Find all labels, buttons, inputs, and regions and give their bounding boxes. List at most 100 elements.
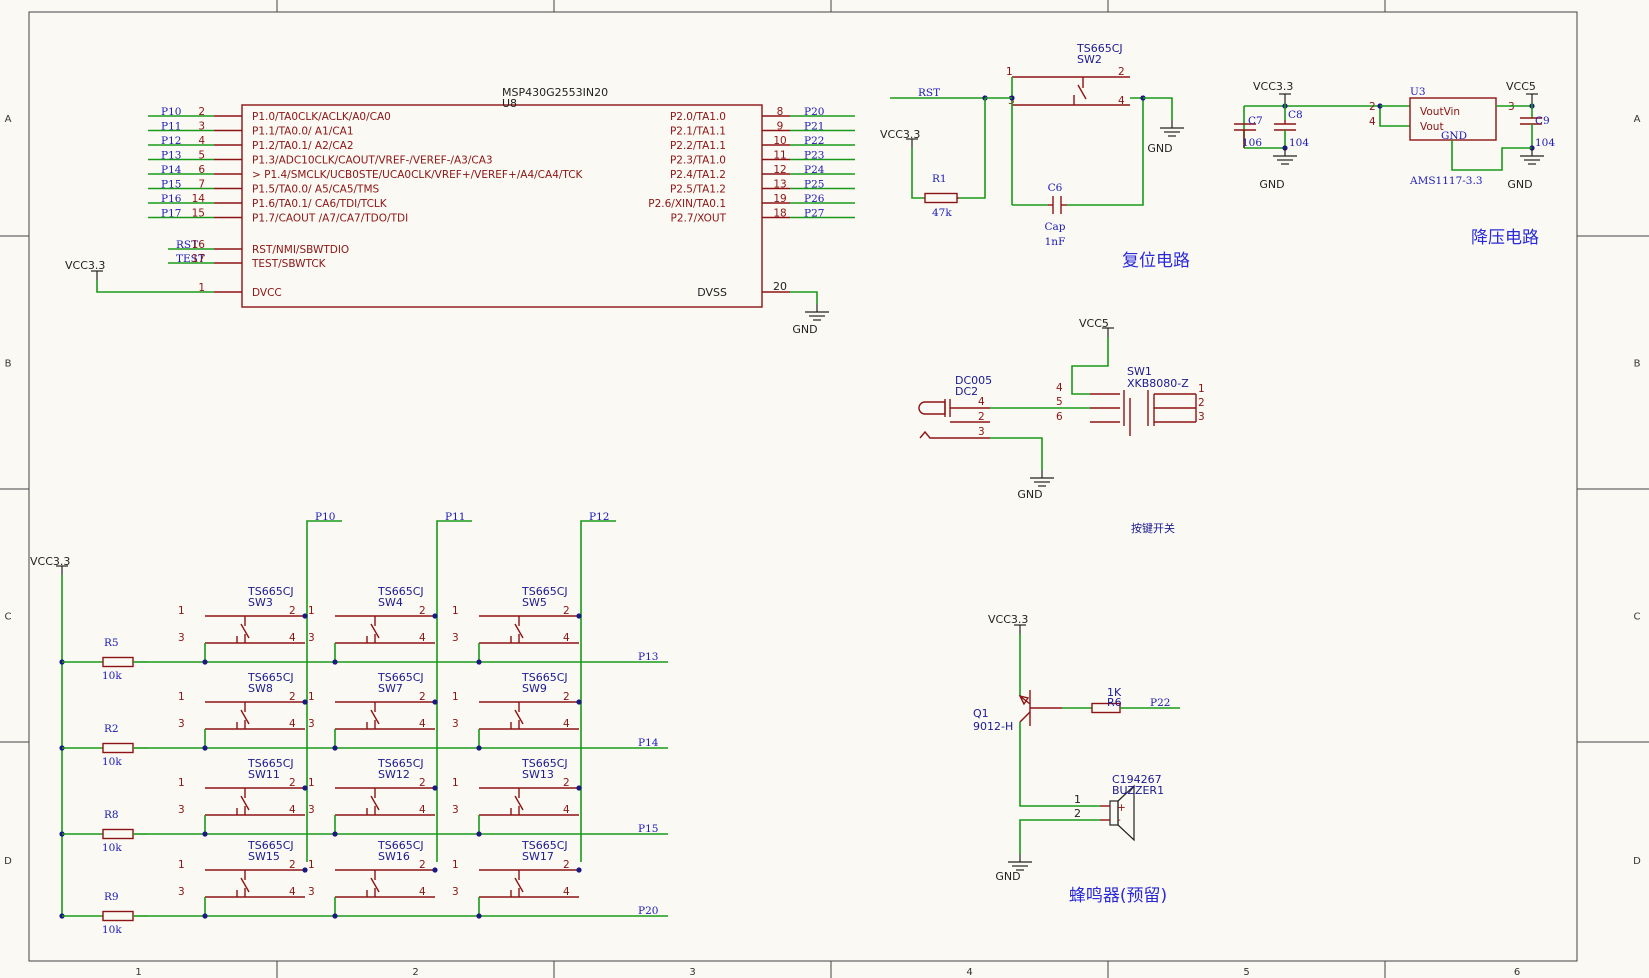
bz-q-part: 9012-H — [973, 720, 1013, 733]
kp-pin-4: 4 — [419, 718, 426, 730]
reg-vin-label: VCC3.3 — [1253, 80, 1293, 93]
junction-dot — [576, 785, 582, 791]
psw-sw-pin-4: 4 — [1056, 382, 1063, 394]
psw-wire — [990, 437, 1043, 470]
reg-gnd-label-2: GND — [1507, 178, 1532, 191]
bz-gnd-label: GND — [995, 870, 1020, 883]
mcu-right-net: P20 — [804, 106, 824, 118]
junction-dot — [332, 913, 338, 919]
kp-pin-2: 2 — [419, 777, 426, 789]
zone-label-row: A — [1634, 114, 1641, 125]
zone-label-col: 5 — [1243, 967, 1249, 978]
kp-switch-designator: SW17 — [522, 850, 554, 863]
ground-symbol — [1273, 148, 1297, 165]
junction-dot — [576, 867, 582, 873]
kp-pin-2: 2 — [289, 691, 296, 703]
junction-dot — [202, 659, 208, 665]
kp-pin-2: 2 — [563, 691, 570, 703]
mcu-left-pin-name: P1.6/TA0.1/ CA6/TDI/TCLK — [252, 198, 388, 210]
bz-pin-1: 1 — [1074, 793, 1081, 806]
reg-c8: C8 — [1288, 109, 1303, 121]
reset-rst-net: RST — [918, 87, 940, 99]
junction-dot — [302, 867, 308, 873]
kp-pin-3: 3 — [308, 804, 315, 816]
kp-pin-1: 1 — [452, 859, 459, 871]
power-symbol — [1279, 93, 1291, 103]
bz-plus: + — [1117, 802, 1126, 814]
kp-switch-designator: SW7 — [378, 682, 403, 695]
mcu-left-net: P14 — [161, 164, 182, 176]
mcu-right-pin-name: P2.3/TA1.0 — [670, 155, 726, 167]
mcu-right-pin-name: P2.6/XIN/TA0.1 — [648, 198, 726, 210]
mcu-right-pin-name: P2.5/TA1.2 — [670, 184, 726, 196]
zone-label-row: D — [4, 856, 12, 867]
zone-label-col: 4 — [966, 967, 972, 978]
mcu-right-pin-name: P2.7/XOUT — [671, 213, 727, 225]
ground-symbol — [1520, 148, 1544, 165]
junction-dot — [576, 699, 582, 705]
kp-pin-4: 4 — [419, 886, 426, 898]
junction-dot — [202, 831, 208, 837]
kp-vcc-label: VCC3.3 — [30, 555, 70, 568]
kp-pin-1: 1 — [308, 691, 315, 703]
mcu-left-pin-name: P1.3/ADC10CLK/CAOUT/VREF-/VEREF-/A3/CA3 — [252, 155, 493, 167]
resistor-body — [102, 742, 134, 754]
power-symbol — [91, 270, 103, 280]
reg-section-title: 降压电路 — [1471, 228, 1539, 248]
mcu-left-pin-number: 14 — [192, 193, 206, 205]
kp-pin-2: 2 — [419, 605, 426, 617]
reg-u3-designator: U3 — [1410, 86, 1426, 98]
schematic-sheet: 1 2 3 4 5 6A AB BC CD D MSP430G2553IN20U8P10 2 P1.0… — [0, 0, 1649, 978]
kp-pin-2: 2 — [289, 777, 296, 789]
mcu-right-pin-number: 13 — [773, 179, 786, 191]
psw-sw-pin-r3: 3 — [1198, 411, 1205, 423]
mcu-left-pin-number: 2 — [198, 106, 205, 118]
kp-pin-3: 3 — [308, 718, 315, 730]
reg-pin-voutvin: VoutVin — [1420, 106, 1460, 118]
kp-col-wire — [580, 520, 616, 862]
reg-wire — [1451, 140, 1532, 171]
mcu-left-pin-number: 15 — [192, 208, 205, 220]
reg-pin-4: 4 — [1369, 116, 1376, 128]
mcu-right-net: P27 — [804, 208, 824, 220]
junction-dot — [476, 831, 482, 837]
zone-label-col: 3 — [689, 967, 695, 978]
junction-dot — [332, 831, 338, 837]
mcu-right-pin-number: 18 — [773, 208, 786, 220]
kp-pin-4: 4 — [419, 804, 426, 816]
mcu-right-pin-number: 8 — [777, 106, 784, 118]
q-collector — [1019, 711, 1031, 723]
mcu-left-net: P17 — [161, 208, 181, 220]
psw-wire — [1071, 337, 1109, 395]
kp-row-net: P14 — [638, 737, 659, 749]
reg-vout-label: VCC5 — [1506, 80, 1536, 93]
junction-dot — [202, 745, 208, 751]
bz-pin-2: 2 — [1074, 807, 1081, 820]
kp-col-net: P10 — [315, 511, 335, 523]
ground-symbol — [1030, 470, 1054, 487]
kp-res-value: 10k — [102, 924, 122, 936]
psw-sw-pin-5: 5 — [1056, 396, 1063, 408]
kp-switch-designator: SW16 — [378, 850, 410, 863]
reg-c9-value: 104 — [1535, 137, 1555, 149]
kp-pin-3: 3 — [178, 804, 185, 816]
kp-pin-1: 1 — [178, 605, 185, 617]
bz-net: P22 — [1150, 697, 1170, 709]
reg-gnd-label-1: GND — [1259, 178, 1284, 191]
junction-dot — [332, 659, 338, 665]
psw-dc-pin-2: 2 — [978, 411, 985, 423]
mcu-left-pin-name: > P1.4/SMCLK/UCB0STE/UCA0CLK/VREF+/VEREF… — [252, 169, 584, 181]
zone-label-col: 1 — [135, 967, 141, 978]
mcu-right-net: P22 — [804, 135, 824, 147]
reg-wire — [1379, 118, 1410, 127]
mcu-left-net: P15 — [161, 179, 181, 191]
regulator-circuit: VCC3.3 VCC5GNDC7106C8104U3VoutVinVoutGND2… — [1234, 80, 1555, 248]
junction-dot — [302, 699, 308, 705]
junction-dot — [332, 745, 338, 751]
keypad-matrix: VCC3.3 R5 10k P13 R2 10k P14 R8 10k P15 R9 10k P20 P1… — [30, 511, 668, 936]
junction-dot — [476, 745, 482, 751]
ground-symbol — [1160, 120, 1184, 137]
junction-dot — [576, 613, 582, 619]
mcu-left-pin-number: 3 — [198, 121, 205, 133]
kp-pin-2: 2 — [419, 691, 426, 703]
